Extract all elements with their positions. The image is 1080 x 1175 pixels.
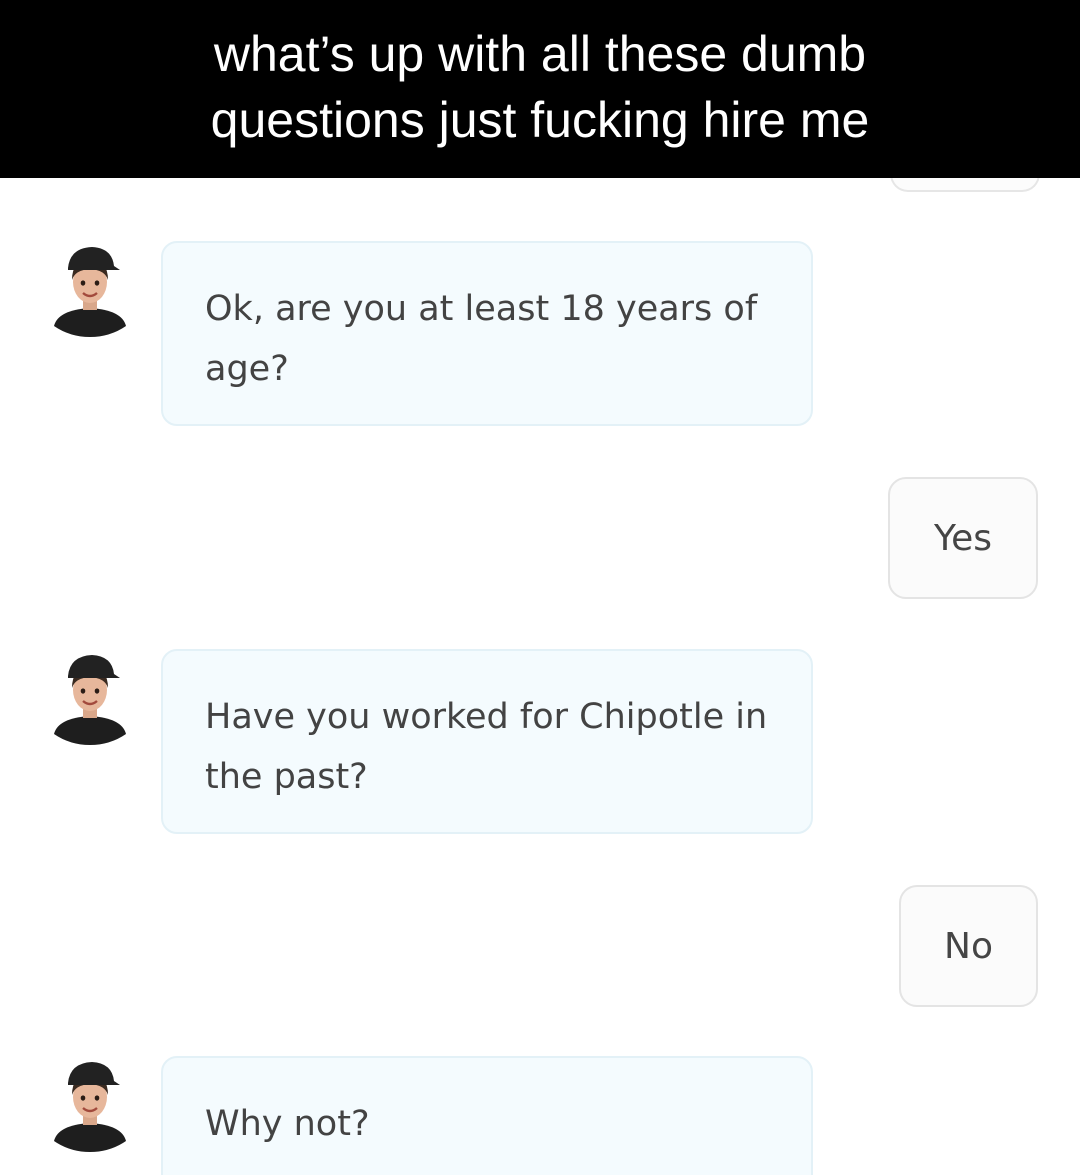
user-reply-text: No bbox=[944, 925, 993, 967]
user-reply-text: Yes bbox=[933, 517, 993, 559]
bot-message-text: Why not? bbox=[205, 1104, 370, 1144]
bot-message-bubble: Have you worked for Chipotle in the past… bbox=[161, 649, 813, 834]
bot-message-bubble: Why not? bbox=[161, 1056, 813, 1175]
user-reply-bubble: No bbox=[899, 885, 1038, 1007]
meme-caption-text: what’s up with all these dumb questions … bbox=[210, 26, 870, 148]
chat-screen: what’s up with all these dumb questions … bbox=[0, 0, 1080, 1175]
meme-caption-bar: what’s up with all these dumb questions … bbox=[0, 0, 1080, 178]
user-reply-bubble: Yes bbox=[888, 477, 1038, 599]
bot-message-bubble: Ok, are you at least 18 years of age? bbox=[161, 241, 813, 426]
bot-message-text: Ok, are you at least 18 years of age? bbox=[205, 289, 758, 389]
bot-message-text: Have you worked for Chipotle in the past… bbox=[205, 697, 768, 797]
chipotle-crew-avatar-icon bbox=[54, 655, 126, 745]
chipotle-crew-avatar-icon bbox=[54, 247, 126, 337]
chipotle-crew-avatar-icon bbox=[54, 1062, 126, 1152]
